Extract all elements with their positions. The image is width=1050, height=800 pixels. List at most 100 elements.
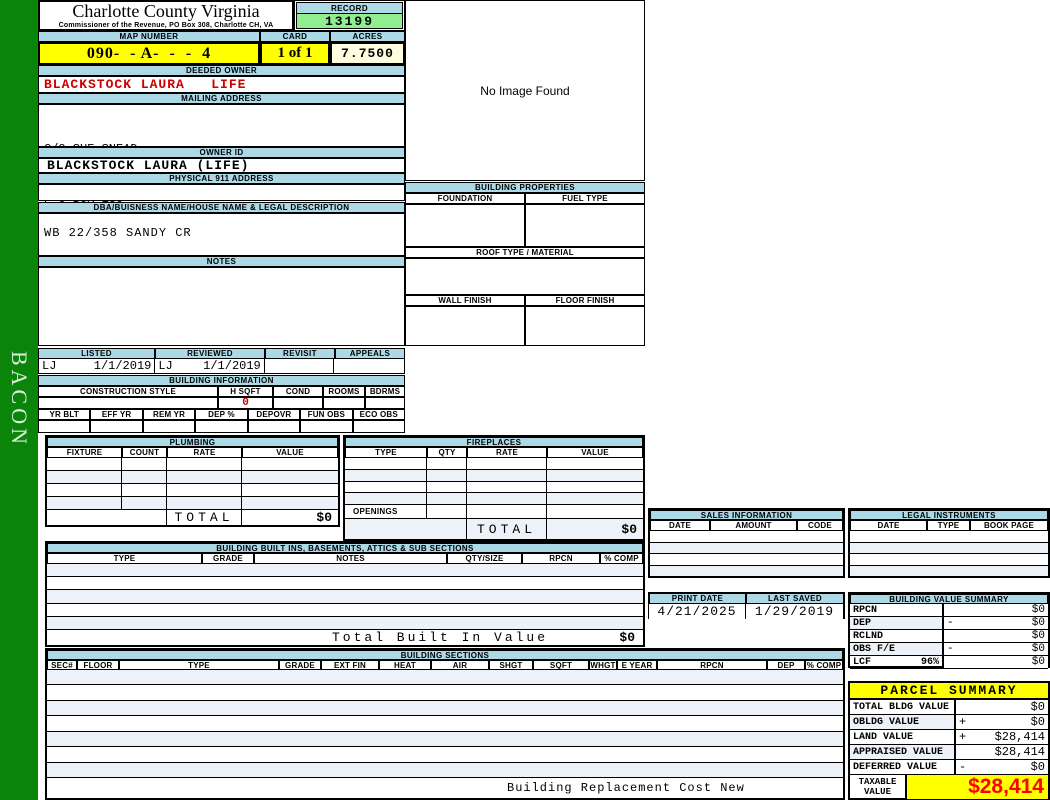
column-header: YR BLT: [38, 409, 91, 420]
column-header: RATE: [467, 447, 547, 458]
column-header: COUNT: [122, 447, 167, 458]
eff-yr-value: [90, 420, 143, 433]
column-header: REM YR: [142, 409, 196, 420]
table-cell: [427, 493, 467, 504]
notes-value: [38, 267, 405, 346]
building-sections-footer-row: Building Replacement Cost New: [47, 778, 843, 798]
plumbing-label: PLUMBING: [47, 437, 338, 447]
table-cell: [242, 484, 338, 496]
no-image-text: No Image Found: [480, 83, 570, 98]
sidebar-vertical-label: BACON: [7, 351, 32, 449]
column-header: TYPE: [345, 447, 427, 458]
column-header: SHGT: [489, 660, 533, 670]
appraised-value: $28,414: [994, 745, 1045, 759]
building-information-label: BUILDING INFORMATION: [38, 375, 405, 386]
listed-label: LISTED: [38, 348, 155, 359]
table-cell: [167, 484, 242, 496]
map-value-row: 090- - A- - - 4 1 of 1 7.7500: [38, 42, 405, 65]
table-cell: [345, 469, 427, 481]
summary-row: TOTAL BLDG VALUE $0: [850, 700, 1048, 715]
yr-blt-value: [38, 420, 91, 433]
depovr-value: [247, 420, 301, 433]
county-title: Charlotte County Virginia: [72, 1, 260, 21]
foundation-fuel-value-row: [405, 204, 645, 247]
mailing-address-label: MAILING ADDRESS: [38, 93, 405, 104]
built-ins-total-label: Total Built In Value: [332, 630, 549, 646]
legal-header-row: DATE TYPE BOOK PAGE: [850, 520, 1048, 531]
appeals-label: APPEALS: [335, 348, 405, 359]
building-value-summary-label: BUILDING VALUE SUMMARY: [850, 594, 1048, 604]
table-cell: [345, 458, 427, 469]
record-value: 13199: [296, 14, 403, 29]
obs-fe-value-cell: - $0: [942, 643, 1048, 656]
column-header: H SQFT: [218, 386, 273, 397]
building-sections-label: BUILDING SECTIONS: [47, 650, 843, 660]
map-number-label: MAP NUMBER: [38, 31, 260, 42]
table-row: [47, 762, 843, 778]
legal-instruments-table: LEGAL INSTRUMENTS DATE TYPE BOOK PAGE: [848, 508, 1050, 578]
property-card-page: BACON Charlotte County Virginia Commissi…: [0, 0, 1050, 800]
fun-obs-value: [300, 420, 353, 433]
table-cell: [547, 470, 643, 481]
column-header: % COMP: [600, 553, 643, 564]
bdrms-value: [365, 397, 405, 409]
table-row: [47, 616, 643, 631]
column-header: VALUE: [547, 447, 643, 458]
cond-value: [273, 397, 323, 409]
operator: -: [947, 643, 954, 655]
column-header: E YEAR: [617, 660, 657, 670]
column-header: CODE: [797, 520, 843, 531]
notes-label: NOTES: [38, 256, 405, 267]
foundation-label: FOUNDATION: [405, 193, 525, 204]
print-saved-header-row: PRINT DATE LAST SAVED: [649, 593, 844, 604]
rooms-value: [323, 397, 365, 409]
sales-header-row: DATE AMOUNT CODE: [650, 520, 843, 531]
table-row: [47, 564, 643, 578]
wall-finish-value: [405, 306, 525, 346]
record-label: RECORD: [296, 2, 403, 14]
table-cell: [47, 484, 122, 496]
table-cell: [467, 469, 547, 481]
column-header: BOOK PAGE: [970, 520, 1048, 531]
column-header: GRADE: [279, 660, 321, 670]
table-row: [47, 577, 643, 591]
summary-row: RCLND $0: [850, 630, 1048, 643]
roof-type-label: ROOF TYPE / MATERIAL: [405, 247, 645, 258]
dep-pct-value: [195, 420, 248, 433]
summary-row: DEFERRED VALUE - $0: [850, 760, 1048, 775]
deferred-value-label: DEFERRED VALUE: [850, 760, 954, 775]
column-header: EFF YR: [90, 409, 143, 420]
table-row: [47, 458, 338, 471]
rclnd-label: RCLND: [850, 630, 942, 643]
column-header: VALUE: [242, 447, 338, 458]
column-header: FIXTURE: [47, 447, 122, 458]
table-row: [345, 493, 643, 505]
table-row: [345, 481, 643, 494]
reviewed-label: REVIEWED: [155, 348, 265, 359]
table-row: [650, 542, 843, 554]
table-cell: [122, 471, 167, 483]
building-properties-panel: BUILDING PROPERTIES FOUNDATION FUEL TYPE…: [405, 182, 645, 346]
appraised-value-label: APPRAISED VALUE: [850, 745, 954, 760]
summary-row: RPCN $0: [850, 604, 1048, 617]
parcel-summary-panel: PARCEL SUMMARY TOTAL BLDG VALUE $0 OBLDG…: [848, 681, 1050, 800]
listed-date: 1/1/2019: [93, 359, 152, 373]
table-cell: [467, 493, 547, 504]
legal-description-value: WB 22/358 SANDY CR: [38, 213, 405, 256]
table-cell: [47, 458, 122, 470]
rpcn-label: RPCN: [850, 604, 942, 617]
column-header: FLOOR: [77, 660, 119, 670]
print-saved-value-row: 4/21/2025 1/29/2019: [649, 604, 844, 619]
reviewed-value: LJ 1/1/2019: [155, 359, 265, 373]
fuel-type-label: FUEL TYPE: [525, 193, 645, 204]
fireplaces-label: FIREPLACES: [345, 437, 643, 447]
appraised-value-cell: $28,414: [954, 745, 1048, 760]
building-value-summary-panel: BUILDING VALUE SUMMARY RPCN $0 DEP - $0 …: [848, 592, 1050, 669]
table-row: [650, 565, 843, 576]
table-row: [47, 670, 843, 686]
column-header: TYPE: [119, 660, 279, 670]
table-cell: [167, 497, 242, 509]
table-row: [47, 716, 843, 732]
lcf-value-cell: $0: [942, 656, 1048, 669]
summary-row: DEP - $0: [850, 617, 1048, 630]
